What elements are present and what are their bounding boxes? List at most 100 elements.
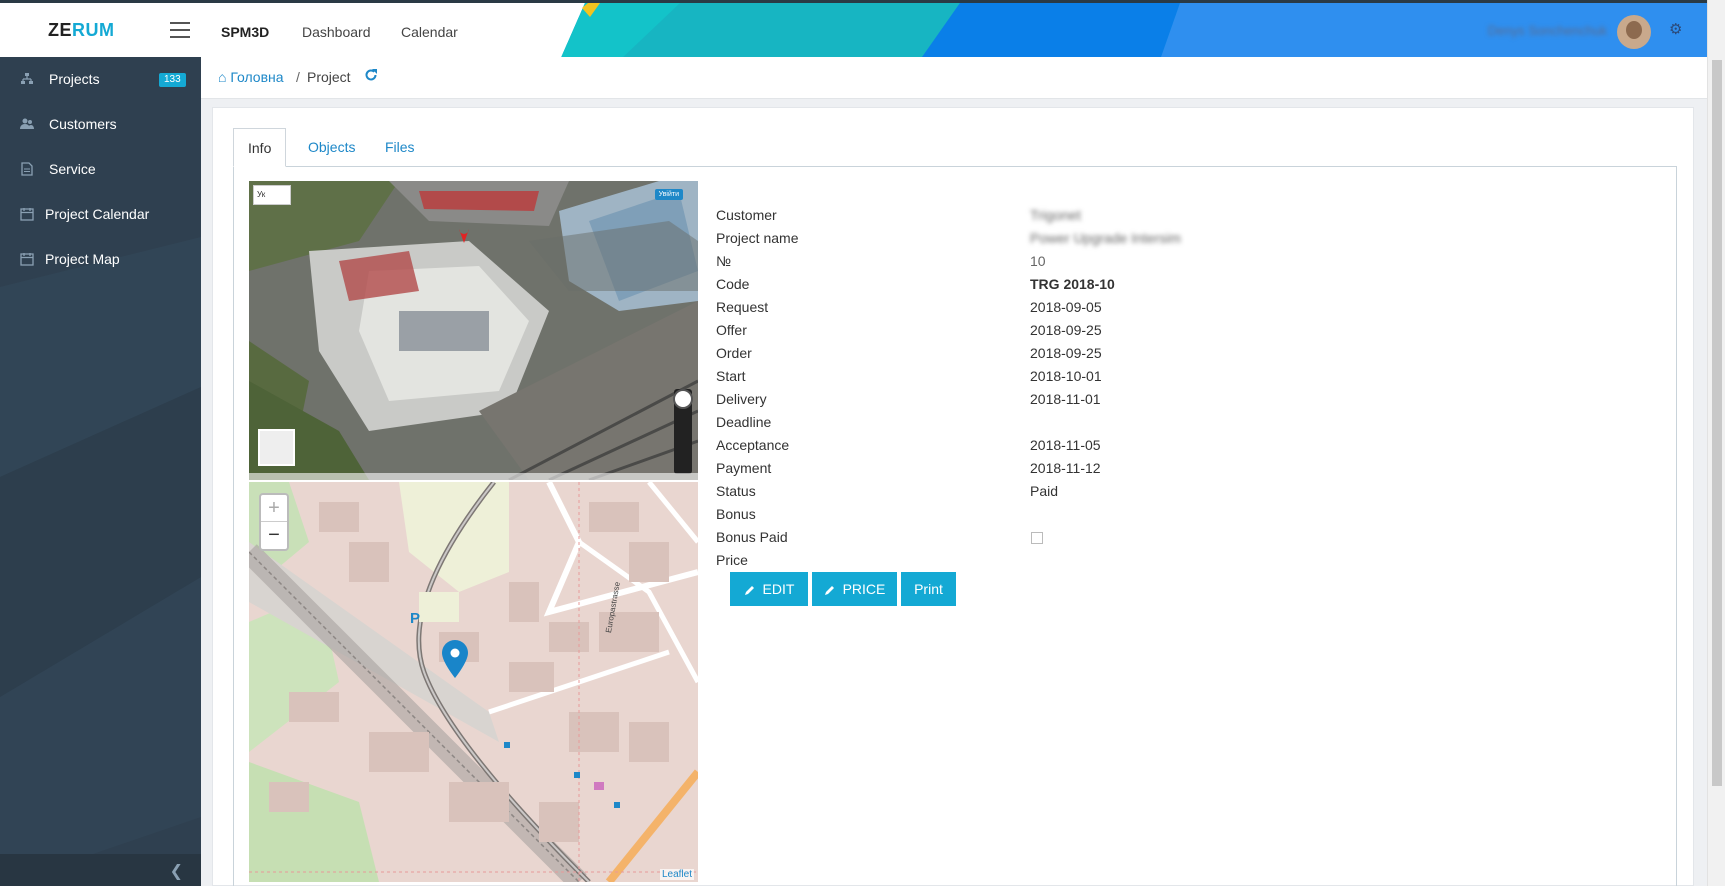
tab-objects[interactable]: Objects — [294, 128, 369, 167]
zoom-control: + − — [259, 493, 289, 551]
field-label: Bonus Paid — [716, 529, 788, 545]
breadcrumb: ⌂ Головна / Project — [201, 57, 1707, 99]
tab-info[interactable]: Info — [233, 128, 287, 167]
sidebar-item-label: Customers — [49, 116, 117, 132]
streetview-language-select[interactable]: Ук — [253, 185, 291, 205]
sidebar-item-project-calendar[interactable]: Project Calendar — [0, 192, 201, 237]
edit-label: EDIT — [762, 581, 795, 597]
field-bonus: Bonus — [716, 506, 1416, 526]
sitemap-icon — [21, 73, 33, 84]
field-start: Start 2018-10-01 — [716, 368, 1416, 388]
field-acceptance: Acceptance 2018-11-05 — [716, 437, 1416, 457]
sidebar-item-customers[interactable]: Customers — [0, 102, 201, 147]
field-value: Power Upgrade Intersim — [1030, 230, 1181, 246]
map-marker-icon[interactable] — [442, 640, 468, 678]
zoom-out-button[interactable]: − — [261, 522, 287, 549]
field-label: Delivery — [716, 391, 767, 407]
projects-count-badge: 133 — [159, 73, 186, 87]
field-deadline: Deadline — [716, 414, 1416, 434]
field-label: Request — [716, 299, 769, 315]
file-icon — [21, 162, 33, 176]
field-order: Order 2018-09-25 — [716, 345, 1416, 365]
field-label: Order — [716, 345, 752, 361]
zoom-in-button[interactable]: + — [261, 495, 287, 522]
brand-title[interactable]: SPM3D — [221, 24, 269, 40]
field-label: Price — [716, 552, 748, 568]
field-label: № — [716, 253, 732, 269]
field-value: 10 — [1030, 253, 1046, 269]
price-button[interactable]: PRICE — [812, 572, 897, 606]
leaflet-map[interactable]: + − P Europastrasse Leaflet — [249, 482, 698, 882]
field-label: Payment — [716, 460, 772, 476]
field-number: № 10 — [716, 253, 1416, 273]
sidebar-item-label: Project Map — [45, 251, 120, 267]
field-value: 2018-09-25 — [1030, 345, 1102, 361]
sidebar-item-projects[interactable]: Projects 133 — [0, 57, 201, 102]
home-icon: ⌂ — [218, 69, 231, 85]
calendar-icon — [20, 208, 34, 221]
compass-icon[interactable] — [673, 389, 693, 409]
sidebar-item-service[interactable]: Service — [0, 147, 201, 192]
logo[interactable]: ZERUM — [48, 20, 115, 41]
users-icon — [20, 118, 34, 129]
field-delivery: Delivery 2018-11-01 — [716, 391, 1416, 411]
field-label: Status — [716, 483, 756, 499]
print-button[interactable]: Print — [901, 572, 956, 606]
sidebar-item-project-map[interactable]: Project Map — [0, 237, 201, 282]
breadcrumb-home-label: Головна — [230, 69, 284, 85]
sidebar-item-label: Project Calendar — [45, 206, 150, 222]
street-map-tiles — [249, 482, 698, 882]
streetview-exit-button[interactable]: Увійти — [654, 189, 683, 200]
field-payment: Payment 2018-11-12 — [716, 460, 1416, 480]
field-label: Deadline — [716, 414, 772, 430]
field-request: Request 2018-09-05 — [716, 299, 1416, 319]
field-code: Code TRG 2018-10 — [716, 276, 1416, 296]
field-bonus-paid: Bonus Paid — [716, 529, 1416, 549]
status-value: Paid — [1030, 483, 1059, 499]
tab-content: Ук Увійти + − P Europastrasse Leaflet — [233, 166, 1677, 886]
language-label: Ук — [257, 190, 266, 199]
sidebar-footer: ❮ — [0, 854, 201, 886]
field-value: 2018-09-05 — [1030, 299, 1102, 315]
field-price: Price — [716, 552, 1416, 572]
field-label: Start — [716, 368, 746, 384]
avatar[interactable] — [1617, 15, 1651, 49]
breadcrumb-current: Project — [307, 69, 351, 85]
bonus-paid-checkbox[interactable] — [1031, 532, 1043, 544]
pencil-icon — [744, 586, 754, 595]
pencil-icon — [824, 586, 834, 595]
sidebar: Projects 133 Customers Service Project C… — [0, 57, 201, 886]
sidebar-item-label: Service — [49, 161, 96, 177]
nav-calendar[interactable]: Calendar — [401, 24, 458, 40]
field-customer: Customer Trigonet — [716, 207, 1416, 227]
field-label: Acceptance — [716, 437, 790, 453]
leaflet-attribution-link[interactable]: Leaflet — [659, 869, 694, 880]
streetview-map[interactable]: Ук Увійти — [249, 181, 698, 480]
aerial-imagery — [249, 181, 698, 480]
field-project-name: Project name Power Upgrade Intersim — [716, 230, 1416, 250]
field-value: 2018-11-01 — [1030, 391, 1101, 407]
field-label: Customer — [716, 207, 777, 223]
menu-toggle-icon[interactable] — [170, 22, 190, 38]
map-type-thumbnail[interactable] — [258, 429, 295, 466]
top-header: ZERUM SPM3D Dashboard Calendar Denys Son… — [0, 0, 1707, 57]
field-label: Offer — [716, 322, 747, 338]
calendar-icon — [20, 253, 34, 266]
gear-icon[interactable]: ⚙ — [1669, 22, 1685, 38]
field-value: TRG 2018-10 — [1030, 276, 1115, 292]
tab-files[interactable]: Files — [371, 128, 429, 167]
field-value: 2018-09-25 — [1030, 322, 1102, 338]
chevron-left-icon[interactable]: ❮ — [170, 861, 183, 881]
field-label: Project name — [716, 230, 799, 246]
field-offer: Offer 2018-09-25 — [716, 322, 1416, 342]
field-status: Status Paid — [716, 483, 1416, 503]
edit-button[interactable]: EDIT — [730, 572, 808, 606]
map-attribution-bar — [249, 473, 698, 480]
user-name[interactable]: Denys Sonchenchuk — [1488, 23, 1607, 38]
page-scrollbar[interactable] — [1707, 0, 1725, 886]
field-label: Bonus — [716, 506, 756, 522]
refresh-icon[interactable] — [364, 68, 378, 82]
nav-dashboard[interactable]: Dashboard — [302, 24, 371, 40]
breadcrumb-home[interactable]: ⌂ Головна — [218, 69, 284, 85]
scrollbar-thumb[interactable] — [1712, 60, 1722, 786]
